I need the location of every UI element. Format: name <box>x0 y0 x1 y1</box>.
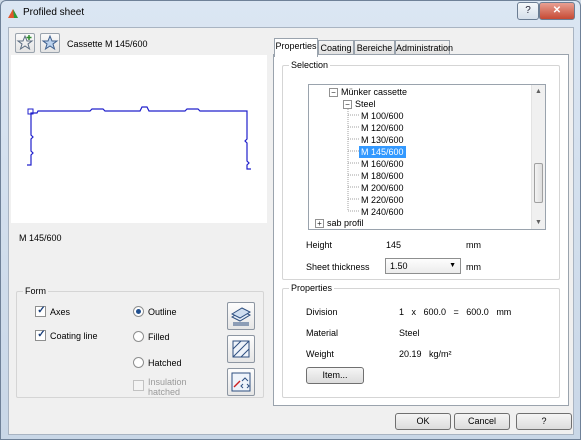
tree-item-cassette[interactable]: Münker cassette <box>341 86 407 98</box>
scroll-down-icon[interactable]: ▼ <box>532 216 545 229</box>
coating-line-label: Coating line <box>50 331 98 341</box>
radio-dot <box>136 309 141 314</box>
dialog-client-area: Cassette M 145/600 M 145/600 Form ✓ Axes… <box>8 27 574 435</box>
tree-item-m180[interactable]: M 180/600 <box>361 170 404 182</box>
dimension-icon <box>231 372 251 392</box>
hatched-radio[interactable] <box>133 357 144 368</box>
division-label: Division <box>306 307 338 317</box>
collapse-icon[interactable]: − <box>343 100 352 109</box>
tree-scrollbar[interactable]: ▲ ▼ <box>531 85 545 229</box>
properties-tab-panel: Selection − Münker cassette − Steel M 10… <box>273 54 569 406</box>
tree-item-m220[interactable]: M 220/600 <box>361 194 404 206</box>
profile-tree[interactable]: − Münker cassette − Steel M 100/600 M 12… <box>308 84 546 230</box>
dropdown-arrow-icon: ▼ <box>449 262 456 269</box>
app-icon <box>8 9 18 18</box>
profile-name: Cassette M 145/600 <box>67 39 148 49</box>
title-close-button[interactable]: ✕ <box>539 2 575 20</box>
outline-label: Outline <box>148 307 177 317</box>
insulation-hatched-checkbox[interactable] <box>133 380 144 391</box>
dimension-view-button[interactable] <box>227 368 255 396</box>
selection-group: Selection − Münker cassette − Steel M 10… <box>282 60 560 280</box>
insulation-hatched-label-1: Insulation <box>148 377 187 387</box>
profile-preview <box>11 55 267 223</box>
star-add-icon <box>16 34 34 51</box>
tree-lines <box>347 109 359 212</box>
filled-radio[interactable] <box>133 331 144 342</box>
layers-view-button[interactable] <box>227 302 255 330</box>
sheet-thickness-label: Sheet thickness <box>306 262 370 272</box>
tree-item-sab-profil[interactable]: sab profil <box>327 217 364 229</box>
scroll-thumb[interactable] <box>534 163 543 203</box>
checkmark-icon: ✓ <box>37 305 46 316</box>
scroll-up-icon[interactable]: ▲ <box>532 85 545 98</box>
ok-button[interactable]: OK <box>395 413 451 430</box>
weight-value: 20.19 kg/m² <box>399 349 452 359</box>
sheet-thickness-value: 1.50 <box>390 261 408 271</box>
star-icon <box>41 34 59 51</box>
collapse-icon[interactable]: − <box>329 88 338 97</box>
filled-label: Filled <box>148 332 170 342</box>
title-bar: Profiled sheet ? ✕ <box>1 1 580 26</box>
add-favorite-button[interactable] <box>15 33 35 53</box>
tab-properties[interactable]: Properties <box>274 38 318 57</box>
tree-item-m130[interactable]: M 130/600 <box>361 134 404 146</box>
tree-item-m120[interactable]: M 120/600 <box>361 122 404 134</box>
layers-icon <box>230 307 252 326</box>
form-group: Form ✓ Axes ✓ Coating line Outline Fille… <box>16 286 264 398</box>
height-unit: mm <box>466 240 481 250</box>
height-value: 145 <box>386 240 402 250</box>
properties-legend: Properties <box>289 283 335 293</box>
item-button[interactable]: Item... <box>306 367 364 384</box>
properties-group: Properties Division 1 x 600.0 = 600.0 mm… <box>282 283 560 398</box>
hatch-icon <box>232 340 250 358</box>
cancel-button[interactable]: Cancel <box>454 413 510 430</box>
tree-item-m100[interactable]: M 100/600 <box>361 110 404 122</box>
weight-label: Weight <box>306 349 334 359</box>
title-help-button[interactable]: ? <box>517 2 539 20</box>
outline-radio[interactable] <box>133 306 144 317</box>
form-legend: Form <box>23 286 48 296</box>
profile-drawing <box>27 106 251 170</box>
sheet-thickness-select[interactable]: 1.50 ▼ <box>385 258 461 274</box>
favorite-button[interactable] <box>40 33 60 53</box>
tree-item-m200[interactable]: M 200/600 <box>361 182 404 194</box>
checkmark-icon: ✓ <box>37 329 46 340</box>
material-value: Steel <box>399 328 420 338</box>
selection-legend: Selection <box>289 60 331 70</box>
profiled-sheet-dialog: Profiled sheet ? ✕ Cassette M 145/600 M … <box>0 0 581 440</box>
material-label: Material <box>306 328 339 338</box>
division-value: 1 x 600.0 = 600.0 mm <box>399 307 512 317</box>
window-title: Profiled sheet <box>23 7 85 18</box>
tree-item-m160[interactable]: M 160/600 <box>361 158 404 170</box>
preview-caption: M 145/600 <box>19 233 62 243</box>
help-button[interactable]: ? <box>516 413 572 430</box>
axes-label: Axes <box>50 307 71 317</box>
hatched-label: Hatched <box>148 358 182 368</box>
sheet-thickness-unit: mm <box>466 262 481 272</box>
expand-icon[interactable]: + <box>315 219 324 228</box>
coating-line-checkbox[interactable]: ✓ <box>35 329 46 341</box>
insulation-hatched-label-2: hatched <box>148 387 181 397</box>
tree-item-m145-selected[interactable]: M 145/600 <box>359 146 406 158</box>
axes-checkbox[interactable]: ✓ <box>35 305 46 317</box>
tree-item-m240[interactable]: M 240/600 <box>361 206 404 218</box>
hatch-view-button[interactable] <box>227 335 255 363</box>
height-label: Height <box>306 240 333 250</box>
